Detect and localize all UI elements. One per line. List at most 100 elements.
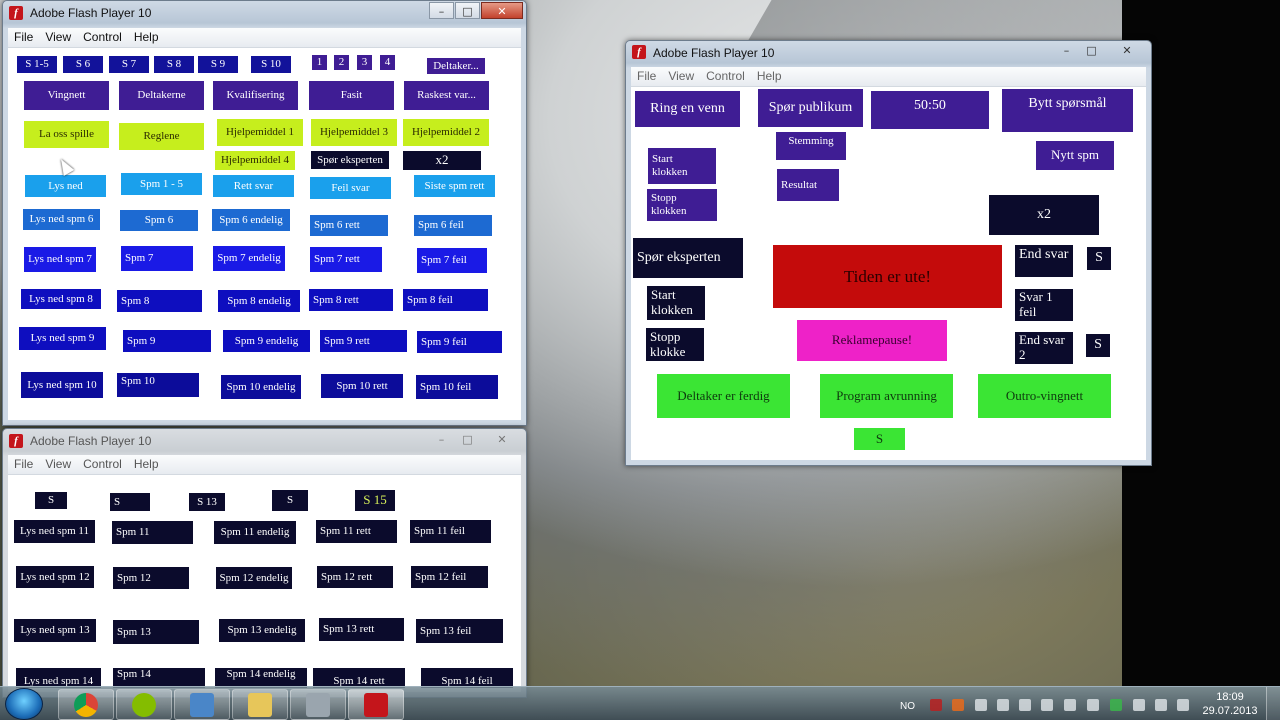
system-clock[interactable]: 18:09 29.07.2013 bbox=[1200, 690, 1260, 718]
btn-reglene[interactable]: Reglene bbox=[119, 123, 204, 150]
btn-spor-eksperten[interactable]: Spør eksperten bbox=[311, 151, 389, 169]
btn-kvalifisering[interactable]: Kvalifisering bbox=[213, 81, 298, 110]
btn-reklamepause[interactable]: Reklamepause! bbox=[797, 320, 947, 361]
btn-hjelpemiddel-3[interactable]: Hjelpemiddel 3 bbox=[311, 119, 397, 146]
btn-spm-6-feil[interactable]: Spm 6 feil bbox=[414, 215, 492, 236]
btn-bytt-sporsmal[interactable]: Bytt spørsmål bbox=[1002, 89, 1133, 132]
tab-s13[interactable]: S 13 bbox=[189, 493, 225, 511]
btn-hjelpemiddel-4[interactable]: Hjelpemiddel 4 bbox=[215, 151, 295, 170]
btn-x2[interactable]: x2 bbox=[403, 151, 481, 170]
taskbar-system-icon[interactable] bbox=[290, 689, 346, 720]
btn-raskest[interactable]: Raskest var... bbox=[404, 81, 489, 110]
tray-cloud-icon[interactable] bbox=[975, 699, 987, 711]
btn-spm-7-endelig[interactable]: Spm 7 endelig bbox=[213, 246, 285, 271]
btn-spm-10[interactable]: Spm 10 bbox=[117, 373, 199, 397]
btn-lys-ned-spm-6[interactable]: Lys ned spm 6 bbox=[23, 209, 100, 230]
taskbar-folder-icon[interactable] bbox=[232, 689, 288, 720]
btn-lys-ned-spm-9[interactable]: Lys ned spm 9 bbox=[19, 327, 106, 350]
tray-printer-icon[interactable] bbox=[1064, 699, 1076, 711]
minimize-button[interactable]: – bbox=[429, 430, 454, 447]
close-button[interactable]: ✕ bbox=[1106, 41, 1148, 58]
btn-spm-13[interactable]: Spm 13 bbox=[113, 620, 199, 644]
btn-lys-ned-spm-12[interactable]: Lys ned spm 12 bbox=[16, 566, 94, 588]
btn-resultat[interactable]: Resultat bbox=[777, 169, 839, 201]
menu-file[interactable]: File bbox=[631, 67, 662, 85]
btn-tiden-er-ute[interactable]: Tiden er ute! bbox=[773, 245, 1002, 308]
menu-help[interactable]: Help bbox=[128, 455, 165, 473]
taskbar-spotify-icon[interactable] bbox=[116, 689, 172, 720]
btn-siste-spm-rett[interactable]: Siste spm rett bbox=[414, 175, 495, 197]
taskbar-flash-player-icon[interactable] bbox=[348, 689, 404, 720]
tray-signal-icon[interactable] bbox=[1155, 699, 1167, 711]
btn-stopp-klokken-1[interactable]: Stopp klokken bbox=[647, 189, 717, 221]
close-button[interactable]: ✕ bbox=[481, 430, 523, 447]
menu-view[interactable]: View bbox=[662, 67, 700, 85]
btn-spm-8-rett[interactable]: Spm 8 rett bbox=[309, 289, 393, 311]
tab-num-2[interactable]: 2 bbox=[334, 55, 349, 70]
tab-s-c[interactable]: S bbox=[272, 490, 308, 511]
flash-window-lifelines[interactable]: f Adobe Flash Player 10 – □ ✕ File View Co… bbox=[625, 40, 1152, 466]
close-button[interactable]: ✕ bbox=[481, 2, 523, 19]
btn-spm-10-endelig[interactable]: Spm 10 endelig bbox=[221, 375, 301, 399]
btn-lys-ned-spm-10[interactable]: Lys ned spm 10 bbox=[21, 372, 103, 398]
btn-50-50[interactable]: 50:50 bbox=[871, 91, 989, 129]
btn-lys-ned-spm-11[interactable]: Lys ned spm 11 bbox=[14, 520, 95, 543]
btn-x2[interactable]: x2 bbox=[989, 195, 1099, 235]
tab-s1-5[interactable]: S 1-5 bbox=[17, 56, 57, 73]
flash-window-questions-11-15[interactable]: f Adobe Flash Player 10 – □ ✕ File View Co… bbox=[2, 428, 527, 698]
btn-spm-8[interactable]: Spm 8 bbox=[117, 290, 202, 312]
maximize-button[interactable]: □ bbox=[455, 430, 480, 447]
btn-stopp-klokke[interactable]: Stopp klokke bbox=[646, 328, 704, 361]
flash-window-control-panel[interactable]: f Adobe Flash Player 10 – □ ✕ File View Co… bbox=[2, 0, 527, 426]
tab-s-a[interactable]: S bbox=[35, 492, 67, 509]
titlebar[interactable]: f Adobe Flash Player 10 – □ ✕ bbox=[3, 1, 526, 25]
menu-control[interactable]: Control bbox=[77, 455, 128, 473]
btn-ring-en-venn[interactable]: Ring en venn bbox=[635, 91, 740, 127]
tab-s9[interactable]: S 9 bbox=[198, 56, 238, 73]
btn-spor-publikum[interactable]: Spør publikum bbox=[758, 89, 863, 127]
btn-feil-svar[interactable]: Feil svar bbox=[310, 177, 391, 199]
titlebar[interactable]: f Adobe Flash Player 10 – □ ✕ bbox=[626, 41, 1151, 65]
btn-spm-6-rett[interactable]: Spm 6 rett bbox=[310, 215, 388, 236]
maximize-button[interactable]: □ bbox=[1079, 41, 1104, 58]
menu-control[interactable]: Control bbox=[77, 28, 128, 46]
titlebar[interactable]: f Adobe Flash Player 10 – □ ✕ bbox=[3, 429, 526, 453]
btn-spm-14-endelig[interactable]: Spm 14 endelig bbox=[215, 668, 307, 688]
btn-spm-12-endelig[interactable]: Spm 12 endelig bbox=[216, 567, 292, 589]
btn-s-1[interactable]: S bbox=[1087, 247, 1111, 270]
btn-spm-12[interactable]: Spm 12 bbox=[113, 567, 189, 589]
btn-end-svar-2[interactable]: End svar 2 bbox=[1015, 332, 1073, 364]
btn-spm-12-feil[interactable]: Spm 12 feil bbox=[411, 566, 488, 588]
minimize-button[interactable]: – bbox=[429, 2, 454, 19]
btn-program-avrunning[interactable]: Program avrunning bbox=[820, 374, 953, 418]
btn-la-oss-spille[interactable]: La oss spille bbox=[24, 121, 109, 148]
btn-spm-11-feil[interactable]: Spm 11 feil bbox=[410, 520, 491, 543]
btn-spm-11-rett[interactable]: Spm 11 rett bbox=[316, 520, 397, 543]
tray-flag-icon[interactable] bbox=[1041, 699, 1053, 711]
tab-num-4[interactable]: 4 bbox=[380, 55, 395, 70]
tab-s15[interactable]: S 15 bbox=[355, 490, 395, 511]
btn-spm-10-rett[interactable]: Spm 10 rett bbox=[321, 374, 403, 398]
btn-spm-8-feil[interactable]: Spm 8 feil bbox=[403, 289, 488, 311]
btn-spm-12-rett[interactable]: Spm 12 rett bbox=[317, 566, 393, 588]
taskbar-chrome-icon[interactable] bbox=[58, 689, 114, 720]
btn-spm-7-rett[interactable]: Spm 7 rett bbox=[310, 247, 382, 272]
tray-display-icon[interactable] bbox=[1019, 699, 1031, 711]
menu-help[interactable]: Help bbox=[751, 67, 788, 85]
btn-rett-svar[interactable]: Rett svar bbox=[213, 175, 294, 197]
btn-svar-1-feil[interactable]: Svar 1 feil bbox=[1015, 289, 1073, 321]
taskbar-airplane-icon[interactable] bbox=[174, 689, 230, 720]
tab-num-3[interactable]: 3 bbox=[357, 55, 372, 70]
language-indicator[interactable]: NO bbox=[900, 701, 915, 712]
btn-s-2[interactable]: S bbox=[1086, 334, 1110, 357]
tab-s7[interactable]: S 7 bbox=[109, 56, 149, 73]
btn-spm-14-rett[interactable]: Spm 14 rett bbox=[313, 668, 405, 688]
btn-outro-vingnett[interactable]: Outro-vingnett bbox=[978, 374, 1111, 418]
btn-spor-eksperten[interactable]: Spør eksperten bbox=[633, 238, 743, 278]
tab-s10[interactable]: S 10 bbox=[251, 56, 291, 73]
btn-lys-ned-spm-7[interactable]: Lys ned spm 7 bbox=[24, 247, 96, 272]
menu-view[interactable]: View bbox=[39, 455, 77, 473]
tab-s-b[interactable]: S bbox=[110, 493, 150, 511]
btn-spm-10-feil[interactable]: Spm 10 feil bbox=[416, 375, 498, 399]
btn-spm-6-endelig[interactable]: Spm 6 endelig bbox=[212, 209, 290, 231]
